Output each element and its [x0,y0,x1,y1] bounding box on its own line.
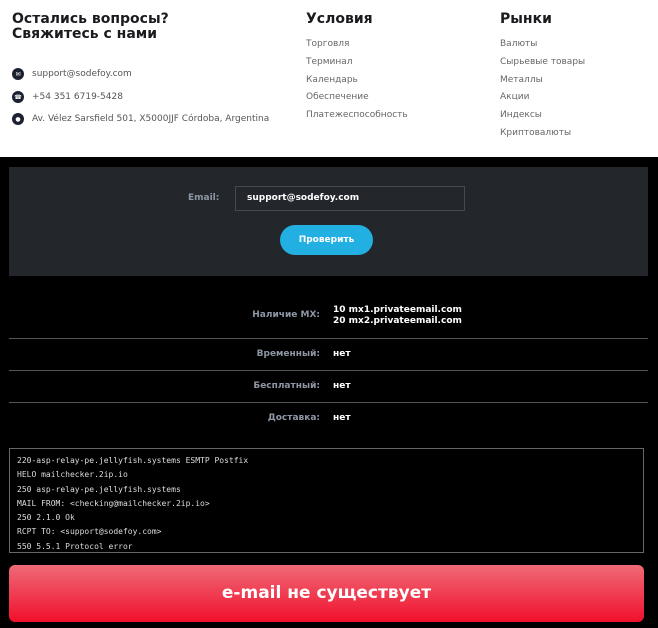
markets-link[interactable]: Металлы [500,75,585,93]
divider [9,402,648,403]
contact-address: ● Av. Vélez Sarsfield 501, X5000JJF Córdo… [12,113,269,125]
log-line: 250 2.1.0 Ok [17,513,75,523]
contact-phone-text: +54 351 6719-5428 [32,92,123,102]
divider [9,338,648,339]
contact-title: Остались вопросы? Свяжитесь с нами [12,12,169,42]
result-banner: e-mail не существует [9,565,644,622]
conditions-title: Условия [306,11,373,27]
conditions-link[interactable]: Обеспечение [306,92,408,110]
log-line: 250 asp-relay-pe.jellyfish.systems [17,484,181,494]
temporary-label: Временный: [256,349,320,359]
divider [9,370,648,371]
contact-address-text: Av. Vélez Sarsfield 501, X5000JJF Córdob… [32,114,270,124]
delivery-label: Доставка: [267,413,320,423]
conditions-link[interactable]: Терминал [306,57,408,75]
log-line: MAIL FROM: <checking@mailchecker.2ip.io> [17,498,210,508]
smtp-log: 220-asp-relay-pe.jellyfish.systems ESMTP… [9,448,644,553]
footer: Остались вопросы? Свяжитесь с нами ✉ suppo… [0,0,658,157]
markets-link[interactable]: Акции [500,92,585,110]
free-label: Бесплатный: [253,381,320,391]
contact-email[interactable]: ✉ support@sodefoy.com [12,68,132,80]
markets-list: Валюты Сырьевые товары Металлы Акции Инд… [500,39,585,146]
mx-label: Наличие MX: [252,310,320,320]
check-form [9,167,648,276]
log-line: 550 5.5.1 Protocol error [17,541,133,551]
contact-phone[interactable]: ☎ +54 351 6719-5428 [12,91,123,103]
log-line: RCPT TO: <support@sodefoy.com> [17,527,162,537]
log-line: 220-asp-relay-pe.jellyfish.systems ESMTP… [17,456,249,465]
free-value: нет [333,381,351,391]
contact-title-line1: Остались вопросы? [12,11,169,27]
email-label: Email: [188,193,220,203]
delivery-value: нет [333,413,351,423]
conditions-link[interactable]: Календарь [306,75,408,93]
markets-link[interactable]: Индексы [500,110,585,128]
temporary-value: нет [333,349,351,359]
mx-value: 10 mx1.privateemail.com [333,305,462,315]
markets-title: Рынки [500,11,552,27]
mx-values: 10 mx1.privateemail.com 20 mx2.privateema… [333,305,462,327]
location-pin-icon: ● [12,113,24,125]
conditions-list: Торговля Терминал Календарь Обеспечение … [306,39,408,128]
check-button[interactable]: Проверить [280,225,373,255]
conditions-link[interactable]: Торговля [306,39,408,57]
conditions-link[interactable]: Платежеспособность [306,110,408,128]
email-input[interactable]: support@sodefoy.com [235,186,465,211]
contact-title-line2: Свяжитесь с нами [12,26,158,42]
phone-icon: ☎ [12,91,24,103]
mx-value: 20 mx2.privateemail.com [333,316,462,326]
markets-link[interactable]: Криптовалюты [500,128,585,146]
markets-link[interactable]: Валюты [500,39,585,57]
contact-email-text: support@sodefoy.com [32,69,132,79]
markets-link[interactable]: Сырьевые товары [500,57,585,75]
mail-icon: ✉ [12,68,24,80]
log-line: HELO mailchecker.2ip.io [17,470,128,480]
